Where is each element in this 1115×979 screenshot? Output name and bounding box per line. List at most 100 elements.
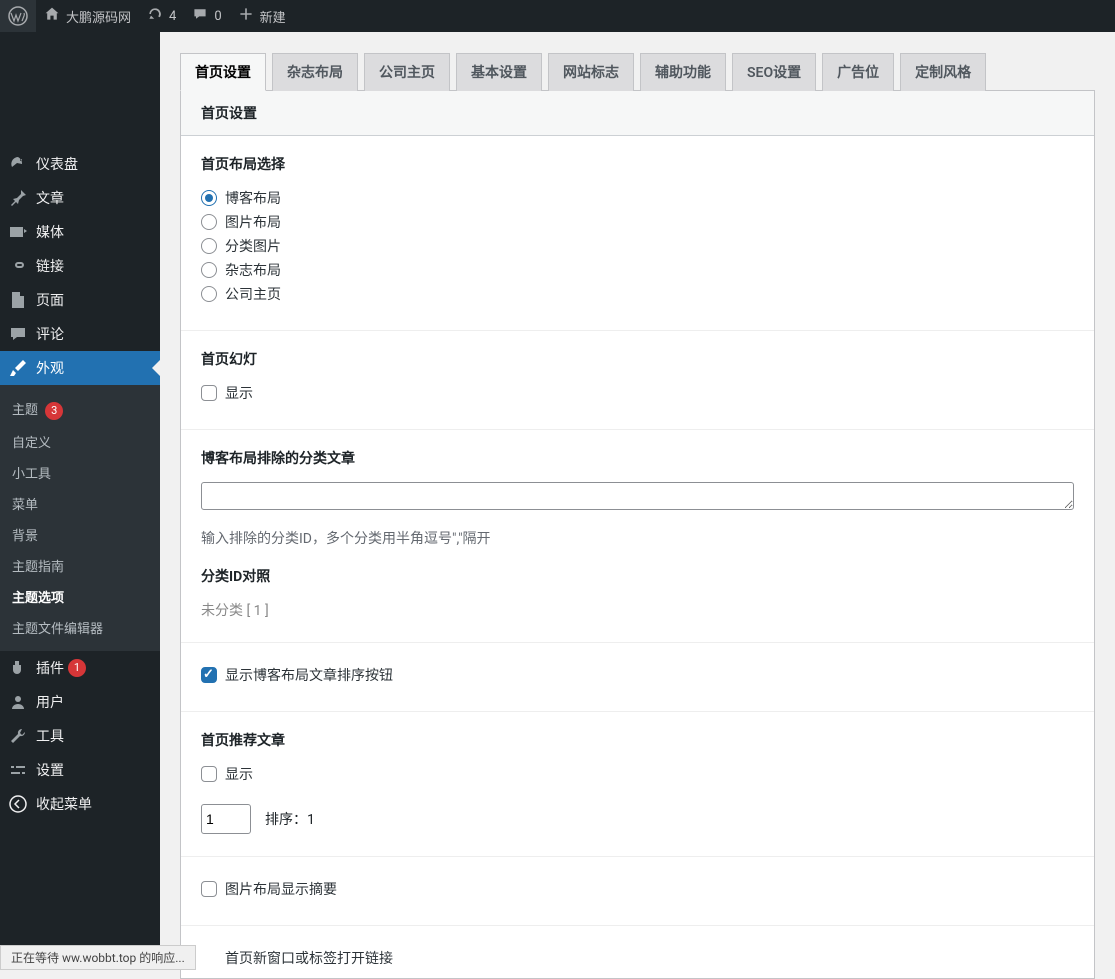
sidebar-item-media[interactable]: 媒体 xyxy=(0,215,160,249)
tab-basic-settings[interactable]: 基本设置 xyxy=(456,53,542,91)
submenu-item-themes[interactable]: 主题 3 xyxy=(0,393,160,426)
section-slideshow: 首页幻灯 显示 xyxy=(181,331,1094,430)
category-id-title: 分类ID对照 xyxy=(201,566,1074,586)
submenu-item-background[interactable]: 背景 xyxy=(0,519,160,550)
option-label: 博客布局 xyxy=(225,188,281,208)
help-text: 输入排除的分类ID，多个分类用半角逗号","隔开 xyxy=(201,528,1074,548)
tab-aux-features[interactable]: 辅助功能 xyxy=(640,53,726,91)
sidebar-item-plugins[interactable]: 插件 1 xyxy=(0,651,160,685)
radio-category-image[interactable] xyxy=(201,238,217,254)
settings-tabs: 首页设置 杂志布局 公司主页 基本设置 网站标志 辅助功能 SEO设置 广告位 … xyxy=(180,53,1095,91)
checkbox-show-featured[interactable] xyxy=(201,766,217,782)
submenu-item-widgets[interactable]: 小工具 xyxy=(0,457,160,488)
option-label: 显示 xyxy=(225,383,253,403)
sidebar-item-label: 评论 xyxy=(36,324,64,344)
comments-count: 0 xyxy=(214,9,221,24)
tab-home-settings[interactable]: 首页设置 xyxy=(180,53,266,91)
section-home-layout: 首页布局选择 博客布局 图片布局 分类图片 杂志布局 公司主页 xyxy=(181,136,1094,331)
option-label: 杂志布局 xyxy=(225,260,281,280)
collapse-icon xyxy=(8,794,28,814)
home-icon xyxy=(44,6,60,26)
sidebar-item-posts[interactable]: 文章 xyxy=(0,181,160,215)
updates-link[interactable]: 4 xyxy=(139,0,184,32)
input-featured-order[interactable] xyxy=(201,804,251,834)
sidebar-item-tools[interactable]: 工具 xyxy=(0,719,160,753)
sidebar-item-settings[interactable]: 设置 xyxy=(0,753,160,787)
tab-magazine-layout[interactable]: 杂志布局 xyxy=(272,53,358,91)
submenu-item-theme-guide[interactable]: 主题指南 xyxy=(0,550,160,581)
sidebar-item-label: 设置 xyxy=(36,760,64,780)
option-label: 图片布局显示摘要 xyxy=(225,879,337,899)
section-new-window: 首页新窗口或标签打开链接 xyxy=(181,926,1094,978)
option-label: 分类图片 xyxy=(225,236,281,256)
comment-icon xyxy=(8,324,28,344)
section-title: 博客布局排除的分类文章 xyxy=(201,448,1074,468)
submenu-label: 背景 xyxy=(12,529,38,544)
sidebar-item-label: 仪表盘 xyxy=(36,154,78,174)
checkbox-show-sort-button[interactable] xyxy=(201,667,217,683)
tab-ads[interactable]: 广告位 xyxy=(822,53,894,91)
submenu-label: 主题文件编辑器 xyxy=(12,622,103,637)
option-label: 首页新窗口或标签打开链接 xyxy=(225,948,393,968)
section-featured-posts: 首页推荐文章 显示 排序：1 xyxy=(181,712,1094,857)
sidebar-item-label: 用户 xyxy=(36,692,64,712)
tab-custom-style[interactable]: 定制风格 xyxy=(900,53,986,91)
section-exclude-categories: 博客布局排除的分类文章 输入排除的分类ID，多个分类用半角逗号","隔开 分类I… xyxy=(181,430,1094,643)
tab-site-logo[interactable]: 网站标志 xyxy=(548,53,634,91)
plugins-count-badge: 1 xyxy=(68,659,86,677)
sidebar-item-appearance[interactable]: 外观 xyxy=(0,351,160,385)
sidebar-item-pages[interactable]: 页面 xyxy=(0,283,160,317)
radio-blog-layout[interactable] xyxy=(201,190,217,206)
tab-seo-settings[interactable]: SEO设置 xyxy=(732,53,816,91)
order-label: 排序：1 xyxy=(265,809,315,829)
sidebar-item-label: 收起菜单 xyxy=(36,794,92,814)
sidebar-item-label: 链接 xyxy=(36,256,64,276)
section-title: 首页幻灯 xyxy=(201,349,1074,369)
admin-sidebar: 仪表盘 文章 媒体 链接 页面 评论 外观 主题 3 自定义 小工具 菜单 背景… xyxy=(0,32,160,970)
plugin-icon xyxy=(8,658,28,678)
new-label: 新建 xyxy=(260,7,286,26)
option-label: 公司主页 xyxy=(225,284,281,304)
site-title: 大鹏源码网 xyxy=(66,7,131,26)
submenu-label: 小工具 xyxy=(12,467,51,482)
checkbox-show-slideshow[interactable] xyxy=(201,385,217,401)
submenu-item-customize[interactable]: 自定义 xyxy=(0,426,160,457)
checkbox-image-summary[interactable] xyxy=(201,881,217,897)
sidebar-item-users[interactable]: 用户 xyxy=(0,685,160,719)
textarea-exclude-ids[interactable] xyxy=(201,482,1074,510)
wp-logo-icon[interactable] xyxy=(0,0,36,32)
new-content-link[interactable]: 新建 xyxy=(230,0,294,32)
category-id-list: 未分类 [ 1 ] xyxy=(201,600,1074,620)
submenu-item-theme-options[interactable]: 主题选项 xyxy=(0,581,160,612)
section-title: 首页布局选择 xyxy=(201,154,1074,174)
settings-panel: 首页设置 首页布局选择 博客布局 图片布局 分类图片 杂志布局 公司主页 首页幻… xyxy=(180,90,1095,979)
sidebar-item-dashboard[interactable]: 仪表盘 xyxy=(0,147,160,181)
media-icon xyxy=(8,222,28,242)
browser-status-bar: 正在等待 ww.wobbt.top 的响应... xyxy=(0,945,196,970)
submenu-label: 菜单 xyxy=(12,498,38,513)
site-name-link[interactable]: 大鹏源码网 xyxy=(36,0,139,32)
submenu-item-menus[interactable]: 菜单 xyxy=(0,488,160,519)
sidebar-item-collapse[interactable]: 收起菜单 xyxy=(0,787,160,821)
option-label: 显示博客布局文章排序按钮 xyxy=(225,665,393,685)
radio-magazine-layout[interactable] xyxy=(201,262,217,278)
radio-company-home[interactable] xyxy=(201,286,217,302)
submenu-item-theme-editor[interactable]: 主题文件编辑器 xyxy=(0,612,160,643)
section-sort-button: 显示博客布局文章排序按钮 xyxy=(181,643,1094,712)
sidebar-item-links[interactable]: 链接 xyxy=(0,249,160,283)
sidebar-item-comments[interactable]: 评论 xyxy=(0,317,160,351)
sidebar-item-label: 媒体 xyxy=(36,222,64,242)
plus-icon xyxy=(238,6,254,26)
option-label: 图片布局 xyxy=(225,212,281,232)
themes-count-badge: 3 xyxy=(45,402,63,420)
tab-company-home[interactable]: 公司主页 xyxy=(364,53,450,91)
submenu-label: 主题 xyxy=(12,403,38,418)
main-content: 首页设置 杂志布局 公司主页 基本设置 网站标志 辅助功能 SEO设置 广告位 … xyxy=(160,32,1115,979)
radio-image-layout[interactable] xyxy=(201,214,217,230)
comments-link[interactable]: 0 xyxy=(184,0,229,32)
update-icon xyxy=(147,6,163,26)
panel-title: 首页设置 xyxy=(181,91,1094,136)
sidebar-item-label: 页面 xyxy=(36,290,64,310)
section-image-summary: 图片布局显示摘要 xyxy=(181,857,1094,926)
settings-icon xyxy=(8,760,28,780)
